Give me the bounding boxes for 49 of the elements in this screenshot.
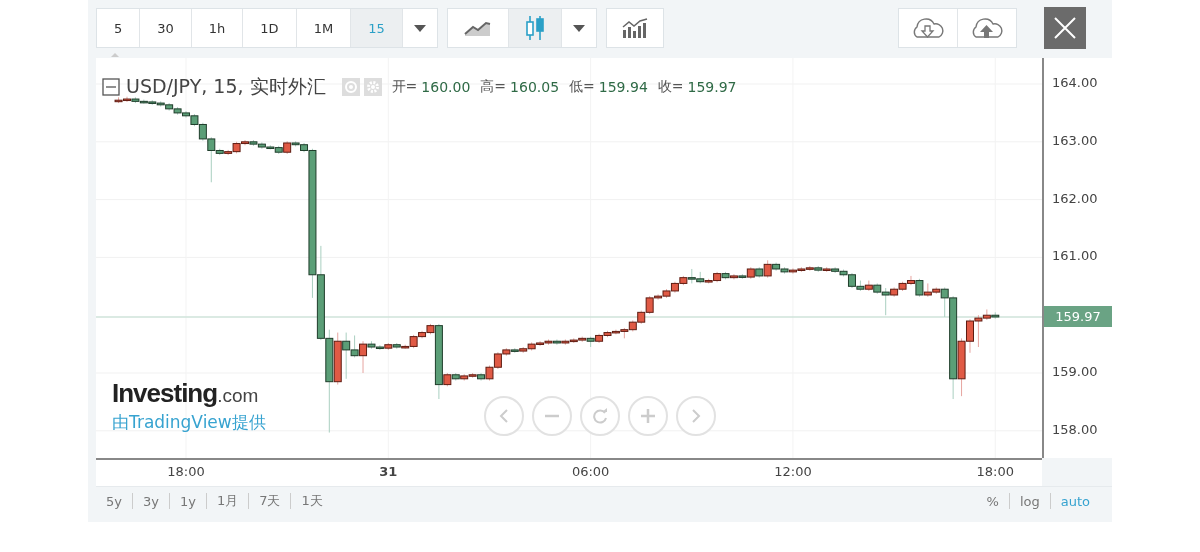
close-button[interactable] — [1044, 7, 1086, 49]
scale-option-button[interactable]: log — [1009, 493, 1050, 509]
symbol-title: USD/JPY, 15, 实时外汇 — [126, 74, 326, 99]
bar-chart-icon — [621, 18, 648, 38]
range-button[interactable]: 1月 — [206, 492, 249, 510]
range-button[interactable]: 1天 — [291, 492, 333, 510]
ohlc-label: 收= — [657, 78, 684, 96]
price-tick-label: 159.00 — [1052, 364, 1098, 379]
ohlc-value: 160.05 — [510, 79, 560, 95]
plus-icon — [641, 409, 655, 423]
price-tick-label: 162.00 — [1052, 190, 1098, 206]
caret-icon — [413, 24, 426, 32]
area-chart-icon — [463, 19, 492, 37]
reset-button[interactable] — [580, 396, 620, 436]
last-price-badge: 159.97 — [1044, 305, 1112, 327]
chevron-left-icon — [499, 409, 509, 423]
minus-icon — [545, 414, 559, 418]
range-button[interactable]: 3y — [132, 493, 169, 509]
time-tick-label: 31 — [378, 464, 399, 479]
chevron-right-icon — [691, 409, 701, 423]
price-tick-label: 158.00 — [1052, 421, 1098, 437]
time-tick-label: 18:00 — [975, 464, 1015, 479]
collapse-legend-icon[interactable] — [102, 78, 120, 96]
price-tick-label: 161.00 — [1052, 248, 1098, 264]
ohlc-label: 低= — [569, 78, 595, 96]
ohlc-label: 开= — [391, 78, 418, 96]
ohlc-value: 159.97 — [687, 79, 737, 95]
ohlc-value: 159.94 — [598, 79, 648, 95]
candlestick — [359, 340, 368, 374]
investing-logo: Investing.com — [112, 378, 260, 409]
scale-option-button[interactable]: % — [976, 493, 1009, 509]
caret-icon — [572, 24, 585, 32]
range-button[interactable]: 5y — [96, 493, 132, 509]
candlestick-icon — [524, 15, 545, 41]
refresh-icon — [592, 408, 608, 424]
range-button[interactable]: 1y — [169, 493, 206, 509]
time-tick-label: 18:00 — [166, 464, 206, 479]
close-icon — [1054, 17, 1076, 39]
price-tick-label: 164.00 — [1052, 75, 1098, 90]
provider-link[interactable]: 由TradingView提供 — [112, 411, 266, 434]
zoom-in-button[interactable] — [628, 396, 668, 436]
time-tick-label: 06:00 — [570, 464, 611, 479]
time-tick-label: 12:00 — [773, 464, 813, 479]
scale-option-button[interactable]: auto — [1050, 493, 1100, 509]
ohlc-value: 160.00 — [421, 79, 471, 95]
interval-button[interactable]: 15 — [351, 9, 403, 47]
price-tick-label: 163.00 — [1052, 132, 1098, 148]
ohlc-label: 高= — [480, 78, 507, 96]
range-button[interactable]: 7天 — [249, 492, 291, 510]
